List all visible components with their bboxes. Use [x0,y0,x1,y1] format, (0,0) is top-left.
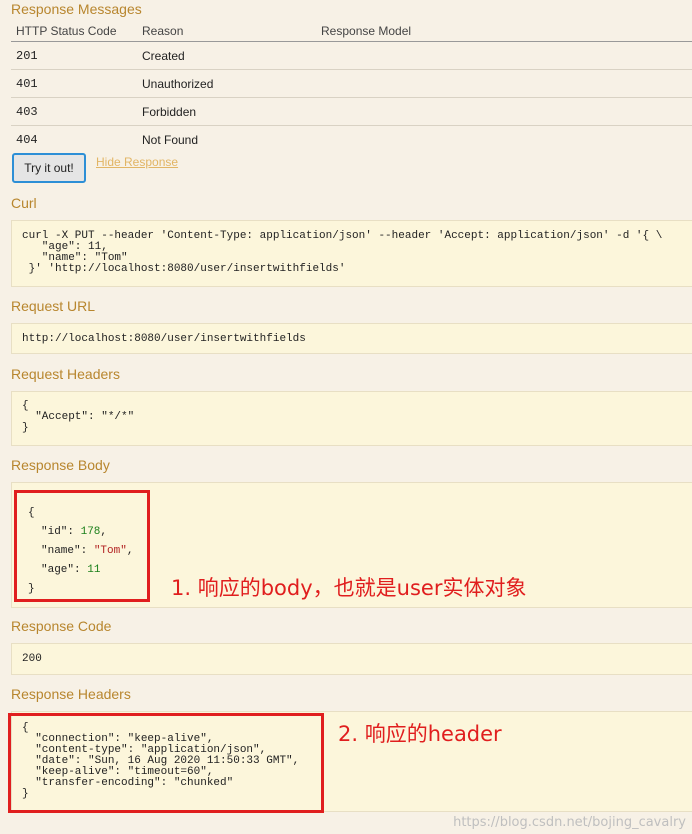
highlight-box-headers [8,713,324,813]
table-row: 201 Created [11,42,692,70]
table-row: 404 Not Found [11,126,692,153]
table-header: HTTP Status Code Reason Response Model [11,20,692,42]
watermark: https://blog.csdn.net/bojing_cavalry [453,815,686,830]
status-code-cell: 201 [16,48,38,63]
reason-cell: Forbidden [142,104,197,119]
table-row: 403 Forbidden [11,98,692,126]
response-headers-title: Response Headers [11,686,131,702]
annotation-body: 1. 响应的body，也就是user实体对象 [171,576,527,600]
annotation-headers: 2. 响应的header [338,722,502,746]
status-code-cell: 401 [16,76,38,91]
status-code-cell: 403 [16,104,38,119]
response-body-title: Response Body [11,457,110,473]
header-response-model: Response Model [321,23,412,38]
request-headers-block[interactable]: { "Accept": "*/*" } [11,391,692,446]
try-it-out-button[interactable]: Try it out! [12,153,86,183]
response-messages-table: HTTP Status Code Reason Response Model 2… [11,20,692,153]
response-code-text: 200 [22,653,42,665]
curl-command-text: curl -X PUT --header 'Content-Type: appl… [22,230,663,275]
request-url-text: http://localhost:8080/user/insertwithfie… [22,333,306,345]
table-row: 401 Unauthorized [11,70,692,98]
highlight-box-body [14,490,150,602]
reason-cell: Not Found [142,132,199,147]
request-headers-title: Request Headers [11,366,120,382]
request-url-block[interactable]: http://localhost:8080/user/insertwithfie… [11,323,692,354]
status-code-cell: 404 [16,132,38,147]
hide-response-link[interactable]: Hide Response [96,155,178,169]
response-messages-title: Response Messages [11,1,142,17]
response-code-block[interactable]: 200 [11,643,692,675]
header-status-code: HTTP Status Code [16,23,117,38]
header-reason: Reason [142,23,184,38]
request-headers-text: { "Accept": "*/*" } [22,400,135,434]
reason-cell: Unauthorized [142,76,214,91]
curl-block[interactable]: curl -X PUT --header 'Content-Type: appl… [11,220,692,287]
reason-cell: Created [142,48,185,63]
curl-title: Curl [11,195,37,211]
response-code-title: Response Code [11,618,112,634]
request-url-title: Request URL [11,298,96,314]
